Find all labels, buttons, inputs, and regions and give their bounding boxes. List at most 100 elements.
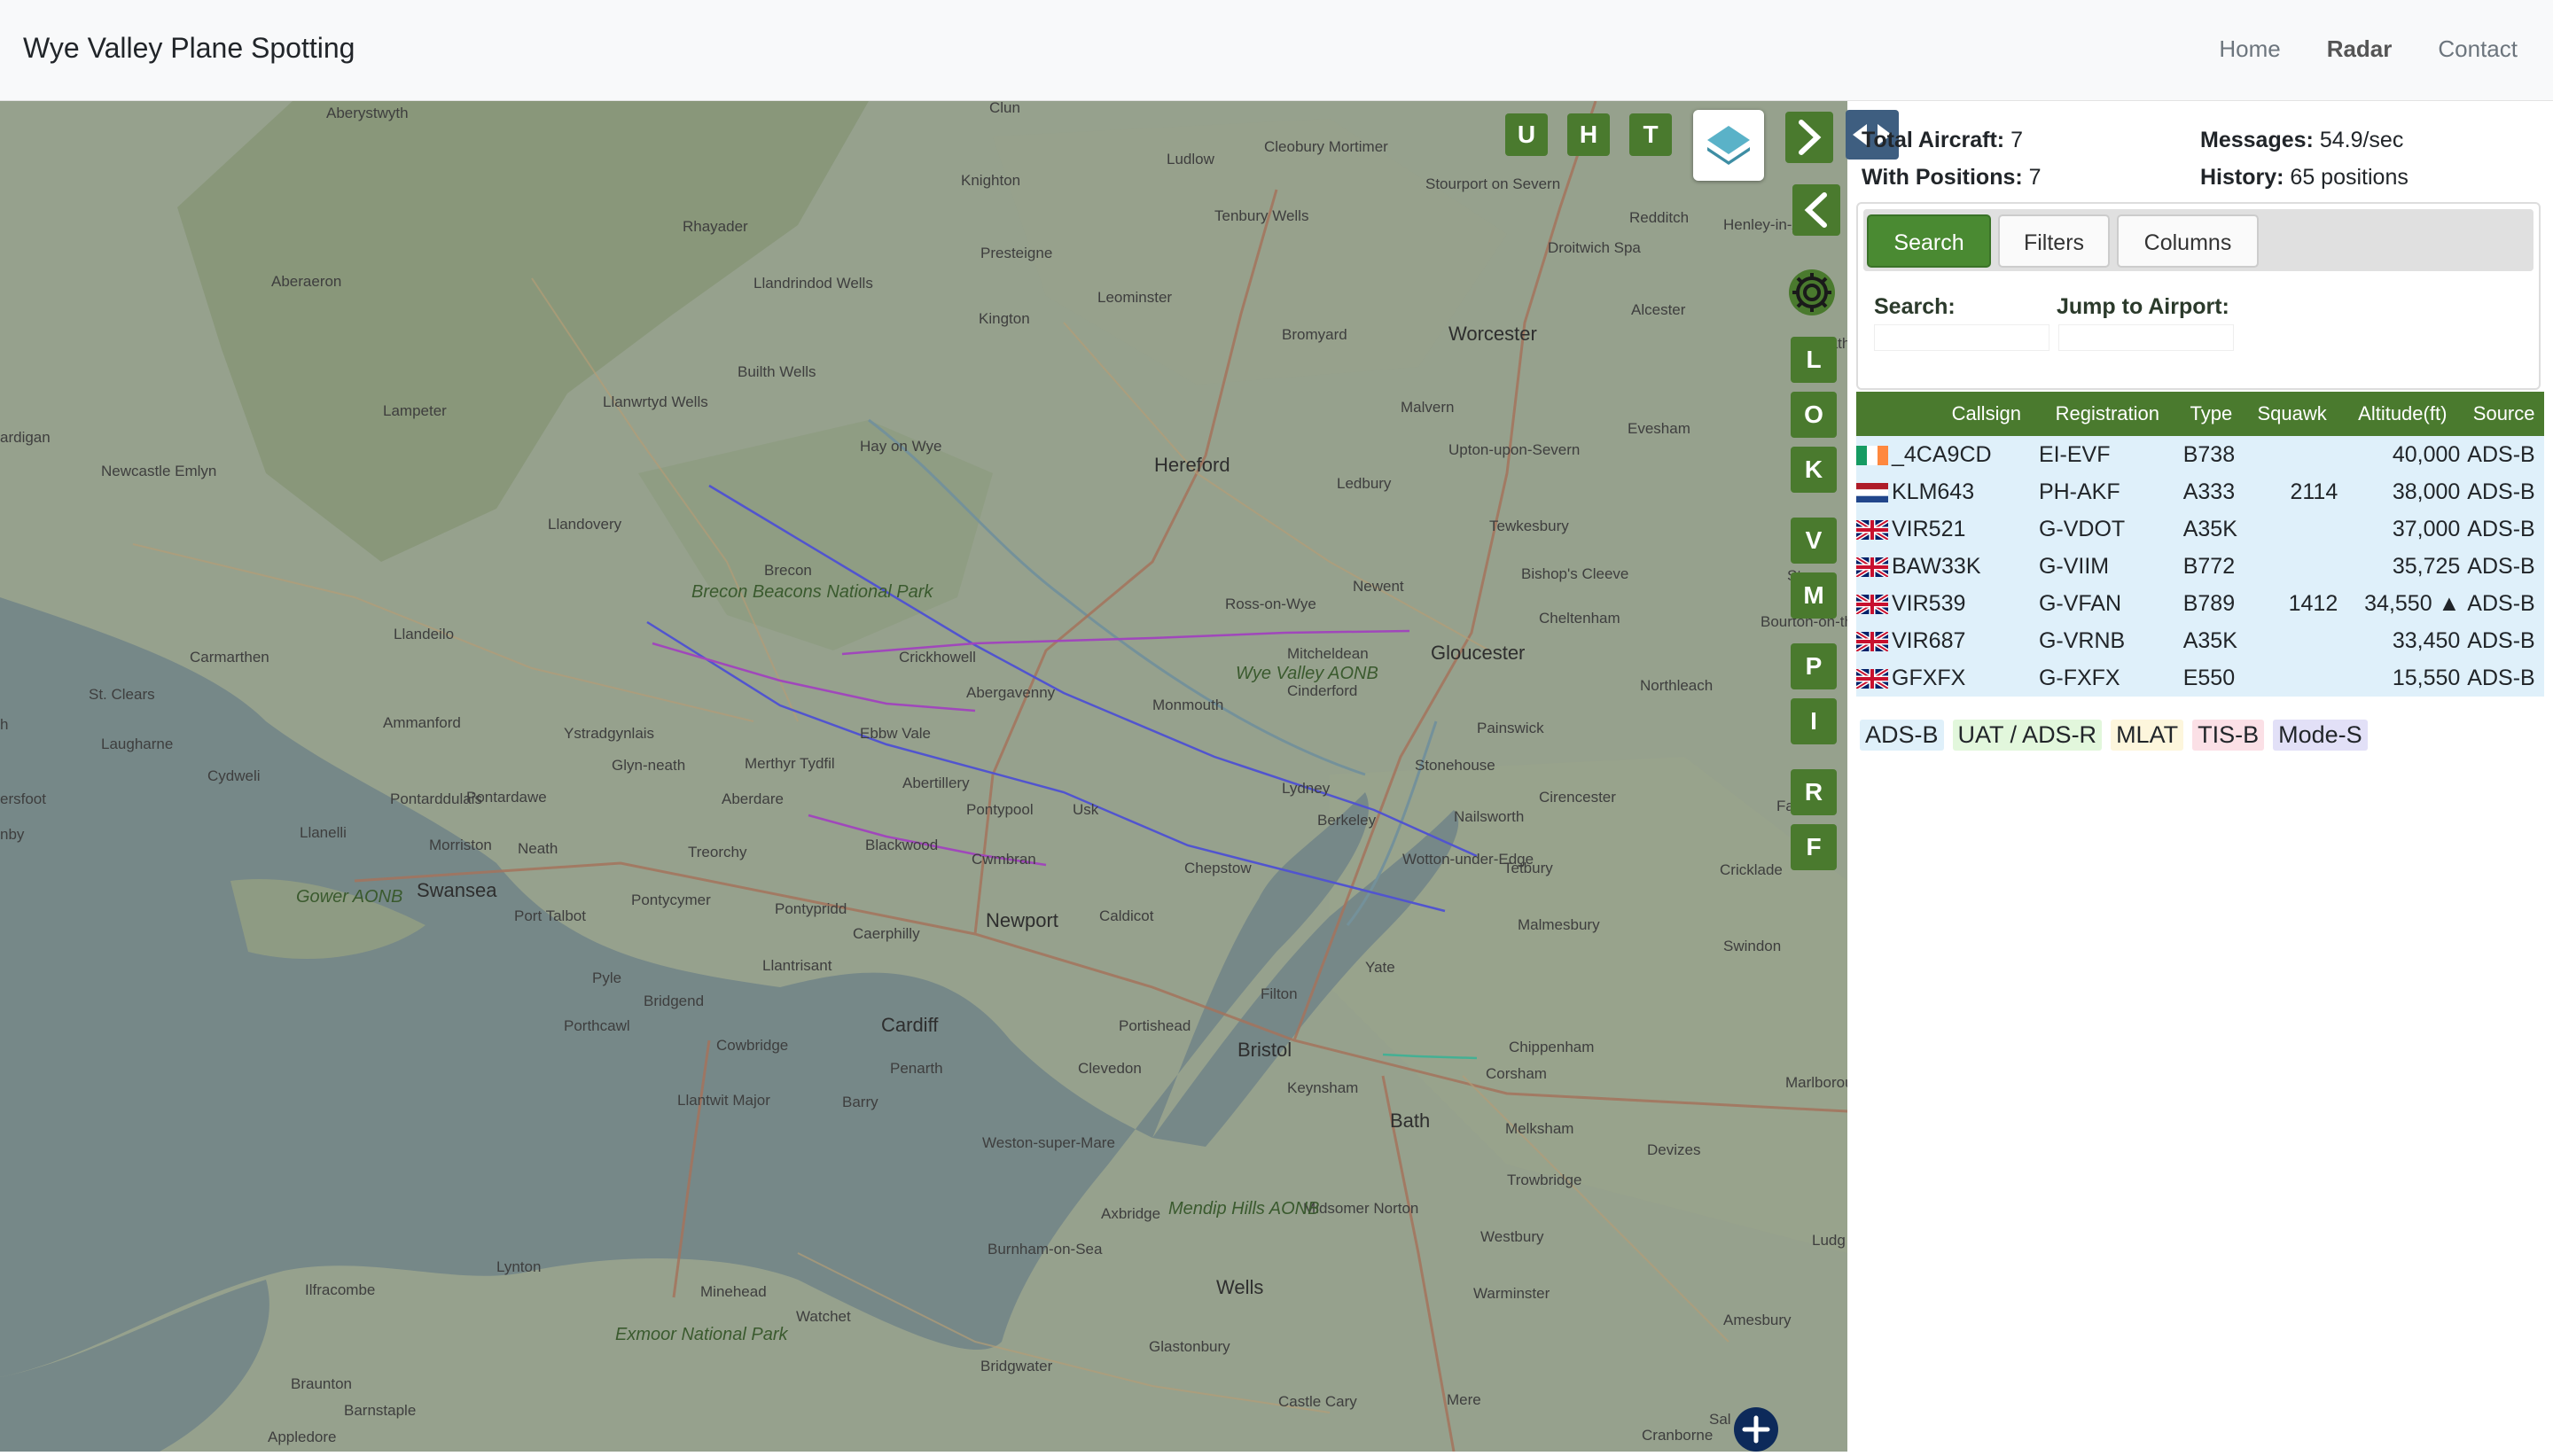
table-row[interactable]: VIR539 G-VFAN B789 1412 34,550 ▲ ADS-B xyxy=(1856,585,2544,622)
col-callsign[interactable]: Callsign xyxy=(1856,392,2035,436)
map-place: Neath xyxy=(518,840,558,857)
type-cell: A333 xyxy=(2179,473,2243,510)
map-place: Cheltenham xyxy=(1539,610,1620,627)
control-p-button[interactable]: P xyxy=(1791,643,1837,689)
settings-button[interactable] xyxy=(1780,261,1844,324)
history-stat: History: 65 positions xyxy=(2200,165,2409,190)
radar-map[interactable]: Aberystwyth Clun Cleobury Mortimer Knigh… xyxy=(0,101,1847,1452)
map-place: Hereford xyxy=(1154,454,1230,476)
map-place: Laugharne xyxy=(101,736,174,752)
control-k-button[interactable]: K xyxy=(1791,447,1837,493)
col-source[interactable]: Source xyxy=(2463,392,2544,436)
map-place: ersfoot xyxy=(0,790,46,807)
squawk-cell xyxy=(2242,436,2342,473)
map-place: Portishead xyxy=(1119,1017,1191,1034)
control-o-button[interactable]: O xyxy=(1791,392,1837,438)
control-v-button[interactable]: V xyxy=(1791,518,1837,564)
map-place: Lampeter xyxy=(383,402,447,419)
type-cell: B772 xyxy=(2179,548,2243,585)
map-place: Presteigne xyxy=(980,245,1053,261)
tab-bar: Search Filters Columns xyxy=(1863,209,2533,271)
map-place: Ludlow xyxy=(1167,151,1214,167)
map-place: Tewkesbury xyxy=(1489,518,1569,534)
map-place: Ebbw Vale xyxy=(860,725,932,742)
map-place: Bromyard xyxy=(1282,326,1347,343)
tab-filters[interactable]: Filters xyxy=(1998,214,2110,268)
squawk-cell xyxy=(2242,510,2342,548)
control-h-button[interactable]: H xyxy=(1567,113,1610,156)
map-place: Nailsworth xyxy=(1454,808,1525,825)
callsign-cell: _4CA9CD xyxy=(1856,436,2035,473)
map-park: Gower AONB xyxy=(296,887,403,907)
nav-home[interactable]: Home xyxy=(2219,35,2280,63)
map-place: Cleobury Mortimer xyxy=(1264,138,1388,155)
table-row[interactable]: _4CA9CD EI-EVF B738 40,000 ADS-B xyxy=(1856,436,2544,473)
search-input[interactable] xyxy=(1874,324,2049,351)
map-place: Usk xyxy=(1073,801,1099,818)
tab-columns[interactable]: Columns xyxy=(2117,214,2259,268)
table-row[interactable]: BAW33K G-VIIM B772 35,725 ADS-B xyxy=(1856,548,2544,585)
nav-contact[interactable]: Contact xyxy=(2438,35,2518,63)
control-u-button[interactable]: U xyxy=(1505,113,1548,156)
table-row[interactable]: VIR521 G-VDOT A35K 37,000 ADS-B xyxy=(1856,510,2544,548)
map-place: Abertillery xyxy=(902,775,970,791)
table-row[interactable]: VIR687 G-VRNB A35K 33,450 ADS-B xyxy=(1856,622,2544,659)
map-place: Wells xyxy=(1216,1276,1264,1298)
chevron-right-icon xyxy=(1799,120,1822,155)
legend-item: MLAT xyxy=(2111,720,2184,751)
map-place: Clevedon xyxy=(1078,1060,1142,1077)
map-park: Mendip Hills AONB xyxy=(1168,1199,1320,1219)
type-cell: E550 xyxy=(2179,659,2243,697)
map-place: Alcester xyxy=(1631,301,1686,318)
col-type[interactable]: Type xyxy=(2179,392,2243,436)
layers-button[interactable] xyxy=(1693,110,1764,181)
map-place: Bishop's Cleeve xyxy=(1521,565,1629,582)
col-registration[interactable]: Registration xyxy=(2034,392,2180,436)
map-place: Cowbridge xyxy=(716,1037,789,1054)
map-place: Filton xyxy=(1261,985,1298,1002)
col-altitude[interactable]: Altitude(ft) xyxy=(2341,392,2464,436)
table-header-row: Callsign Registration Type Squawk Altitu… xyxy=(1856,392,2544,436)
airport-input[interactable] xyxy=(2058,324,2234,351)
navbar: Wye Valley Plane Spotting Home Radar Con… xyxy=(0,0,2553,101)
source-cell: ADS-B xyxy=(2463,510,2544,548)
map-place: Chippenham xyxy=(1509,1039,1595,1055)
col-squawk[interactable]: Squawk xyxy=(2242,392,2342,436)
control-f-button[interactable]: F xyxy=(1791,824,1837,870)
nav-radar[interactable]: Radar xyxy=(2327,35,2393,63)
table-row[interactable]: GFXFX G-FXFX E550 15,550 ADS-B xyxy=(1856,659,2544,697)
control-i-button[interactable]: I xyxy=(1791,698,1837,744)
map-place: Berkeley xyxy=(1317,812,1377,829)
map-place: Ystradgynlais xyxy=(564,725,655,742)
next-button[interactable] xyxy=(1785,112,1833,163)
map-place: Ledbury xyxy=(1337,475,1392,492)
table-row[interactable]: KLM643 PH-AKF A333 2114 38,000 ADS-B xyxy=(1856,473,2544,510)
map-place: Gloucester xyxy=(1431,642,1526,664)
map-place: Upton-upon-Severn xyxy=(1448,441,1581,458)
airport-label: Jump to Airport: xyxy=(2057,294,2229,319)
control-t-button[interactable]: T xyxy=(1629,113,1672,156)
map-place: Knighton xyxy=(961,172,1021,189)
type-cell: B738 xyxy=(2179,436,2243,473)
prev-button[interactable] xyxy=(1792,184,1840,236)
map-place: Corsham xyxy=(1486,1065,1547,1082)
registration-cell: G-VFAN xyxy=(2034,585,2180,622)
registration-cell: EI-EVF xyxy=(2034,436,2180,473)
callsign-text: VIR687 xyxy=(1892,627,1966,653)
control-r-button[interactable]: R xyxy=(1791,769,1837,815)
plus-icon xyxy=(1742,1415,1770,1444)
site-brand[interactable]: Wye Valley Plane Spotting xyxy=(23,32,355,65)
map-place: Sal xyxy=(1709,1411,1731,1428)
map-place: Stourport on Severn xyxy=(1425,175,1561,192)
tab-search[interactable]: Search xyxy=(1867,214,1991,268)
control-m-button[interactable]: M xyxy=(1791,572,1837,619)
control-l-button[interactable]: L xyxy=(1791,337,1837,383)
map-place: Warminster xyxy=(1473,1285,1550,1302)
altitude-cell: 37,000 xyxy=(2341,510,2464,548)
legend-item: TIS-B xyxy=(2192,720,2265,751)
callsign-cell: VIR521 xyxy=(1856,510,2035,548)
zoom-in-button[interactable] xyxy=(1734,1407,1778,1452)
map-place: Barry xyxy=(842,1094,878,1110)
map-place: Weston-super-Mare xyxy=(982,1134,1115,1151)
chevron-left-icon xyxy=(1804,192,1827,228)
